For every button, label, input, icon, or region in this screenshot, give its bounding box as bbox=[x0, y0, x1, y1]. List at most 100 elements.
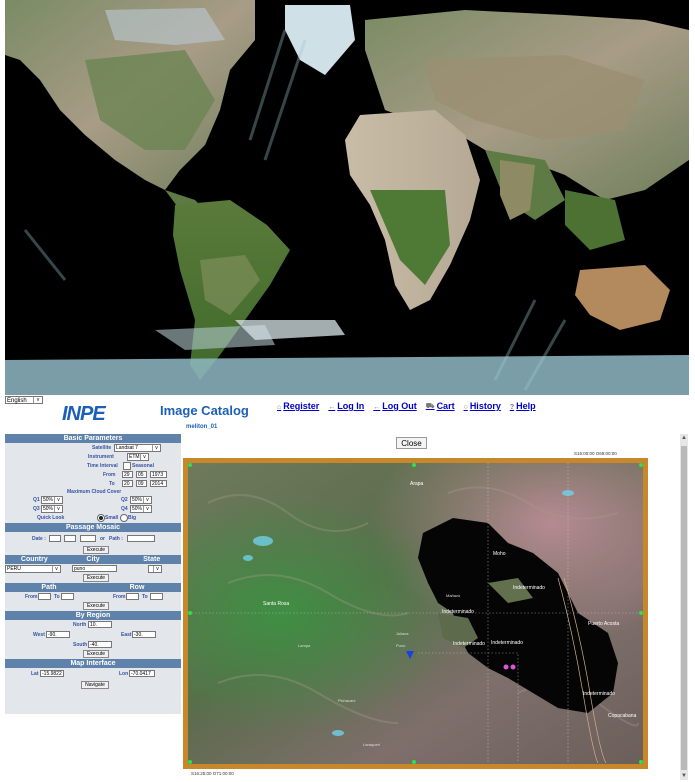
language-value: English bbox=[7, 398, 27, 404]
language-select[interactable]: English v bbox=[5, 396, 43, 404]
state-select[interactable] bbox=[148, 565, 162, 573]
q4-select[interactable]: 50% bbox=[130, 505, 152, 513]
satellite-label: Satellite bbox=[92, 445, 112, 451]
navigate-button[interactable]: Navigate bbox=[81, 681, 109, 689]
south-label: South bbox=[73, 642, 88, 648]
place-indeterminado-3: Indeterminado bbox=[491, 640, 523, 646]
path-to-input[interactable] bbox=[61, 593, 74, 600]
city-input[interactable]: puno bbox=[72, 565, 117, 572]
path-from-input[interactable] bbox=[38, 593, 51, 600]
mosaic-execute-button[interactable]: Execute bbox=[83, 546, 109, 554]
mosaic-or-label: or bbox=[100, 536, 105, 542]
west-input[interactable]: -90. bbox=[46, 631, 70, 638]
north-input[interactable]: 10. bbox=[88, 621, 112, 628]
seasonal-checkbox[interactable] bbox=[123, 462, 131, 470]
top-nav: ⌂ Register ← Log In ← Log Out ⛟ Cart ○ Histor… bbox=[277, 401, 536, 411]
mosaic-year-input[interactable] bbox=[80, 535, 96, 542]
scrollbar-thumb[interactable] bbox=[681, 446, 687, 770]
pathrow-execute-button[interactable]: Execute bbox=[83, 602, 109, 610]
quicklook-small-radio[interactable] bbox=[97, 514, 105, 522]
mosaic-month-input[interactable] bbox=[64, 535, 76, 542]
scroll-down-arrow-icon[interactable]: ▼ bbox=[680, 772, 688, 780]
q3-select[interactable]: 50% bbox=[41, 505, 63, 513]
path-to-label: To bbox=[54, 594, 60, 600]
place-indeterminado-5: Indeterminado bbox=[583, 691, 615, 697]
vertical-scrollbar[interactable]: ▲ ▼ bbox=[680, 434, 688, 780]
logout-arrow-icon: ← bbox=[373, 404, 381, 411]
scroll-up-arrow-icon[interactable]: ▲ bbox=[680, 434, 688, 442]
city-heading: City bbox=[86, 556, 100, 563]
nav-cart[interactable]: ⛟ Cart bbox=[426, 401, 455, 411]
mosaic-path-input[interactable] bbox=[127, 535, 155, 542]
scene-coord-top: S15:00:00 O69:00:00 bbox=[574, 451, 617, 456]
place-capachica: Mañazo bbox=[446, 593, 461, 598]
west-label: West bbox=[33, 632, 45, 638]
quicklook-small-label: Small bbox=[105, 515, 119, 521]
chevron-down-icon: v bbox=[33, 397, 42, 403]
path-row-section-header: Path Row bbox=[5, 583, 181, 592]
time-interval-label: Time Interval bbox=[87, 463, 118, 469]
east-label: East bbox=[121, 632, 132, 638]
scene-coord-bottom: S16:25:00 O71:00:00 bbox=[191, 771, 234, 776]
search-panel: Basic Parameters Satellite Landsat 7 Ins… bbox=[5, 434, 181, 714]
lat-label: Lat bbox=[31, 671, 39, 677]
path-from-label: From bbox=[25, 594, 38, 600]
place-puerto-acosta: Puerto Acosta bbox=[588, 621, 620, 627]
section-by-region: By Region bbox=[5, 611, 181, 620]
world-mosaic-map[interactable] bbox=[5, 0, 689, 395]
nav-help[interactable]: ? Help bbox=[510, 401, 536, 411]
from-day-input[interactable]: 29 bbox=[122, 471, 133, 478]
place-copacabana: Copacabana bbox=[608, 713, 637, 719]
row-to-label: To bbox=[142, 594, 148, 600]
section-map-interface: Map Interface bbox=[5, 659, 181, 668]
close-button[interactable]: Close bbox=[396, 437, 427, 449]
nav-login-label: Log In bbox=[337, 401, 365, 411]
page-title: Image Catalog bbox=[160, 403, 249, 418]
cloud-cover-label: Maximum Cloud Cover bbox=[67, 489, 122, 495]
lat-input[interactable]: -15.9822 bbox=[40, 670, 64, 677]
to-day-input[interactable]: 20 bbox=[122, 480, 133, 487]
history-icon: ○ bbox=[463, 404, 468, 411]
place-indeterminado-2: Indeterminado bbox=[442, 609, 474, 615]
section-basic-parameters: Basic Parameters bbox=[5, 434, 181, 443]
row-to-input[interactable] bbox=[150, 593, 163, 600]
nav-register[interactable]: ⌂ Register bbox=[277, 401, 319, 411]
nav-login[interactable]: ← Log In bbox=[328, 401, 364, 411]
row-from-input[interactable] bbox=[126, 593, 139, 600]
from-date-label: From bbox=[103, 472, 116, 478]
mosaic-day-input[interactable] bbox=[49, 535, 61, 542]
login-arrow-icon: ← bbox=[328, 404, 336, 411]
from-year-input[interactable]: 1973 bbox=[150, 471, 167, 478]
path-heading: Path bbox=[41, 584, 57, 591]
quicklook-big-radio[interactable] bbox=[120, 514, 128, 522]
country-heading: Country bbox=[20, 556, 48, 563]
inpe-logo: INPE bbox=[62, 403, 106, 425]
nav-cart-label: Cart bbox=[436, 401, 455, 411]
east-input[interactable]: -30. bbox=[132, 631, 156, 638]
q1-select[interactable]: 50% bbox=[41, 496, 63, 504]
seasonal-label: Seasonal bbox=[132, 463, 154, 469]
nav-history[interactable]: ○ History bbox=[464, 401, 501, 411]
place-indeterminado-4: Indeterminado bbox=[453, 641, 485, 647]
region-execute-button[interactable]: Execute bbox=[83, 650, 109, 658]
to-year-input[interactable]: 2014 bbox=[150, 480, 167, 487]
scene-quicklook-image[interactable]: Arapa Moho Indeterminado Indeterminado I… bbox=[183, 458, 648, 769]
nav-logout[interactable]: ← Log Out bbox=[373, 401, 417, 411]
south-input[interactable]: -40. bbox=[88, 641, 112, 648]
place-juliaca: Juliaca bbox=[396, 631, 409, 636]
place-laraqueri: Laraqueri bbox=[363, 742, 380, 747]
instrument-select[interactable]: ETM bbox=[127, 453, 149, 461]
satellite-select[interactable]: Landsat 7 bbox=[114, 444, 161, 452]
lon-input[interactable]: -70.0417 bbox=[129, 670, 155, 677]
from-month-input[interactable]: 05 bbox=[136, 471, 147, 478]
to-month-input[interactable]: 09 bbox=[136, 480, 147, 487]
username-label: meliton_01 bbox=[186, 424, 218, 430]
q2-select[interactable]: 50% bbox=[130, 496, 152, 504]
help-icon: ? bbox=[509, 404, 515, 411]
nav-history-label: History bbox=[469, 401, 501, 411]
country-select[interactable]: PERU bbox=[5, 565, 61, 573]
instrument-label: Instrument bbox=[88, 454, 114, 460]
location-execute-button[interactable]: Execute bbox=[83, 574, 109, 582]
nav-logout-label: Log Out bbox=[382, 401, 417, 411]
q1-label: Q1 bbox=[33, 497, 40, 503]
